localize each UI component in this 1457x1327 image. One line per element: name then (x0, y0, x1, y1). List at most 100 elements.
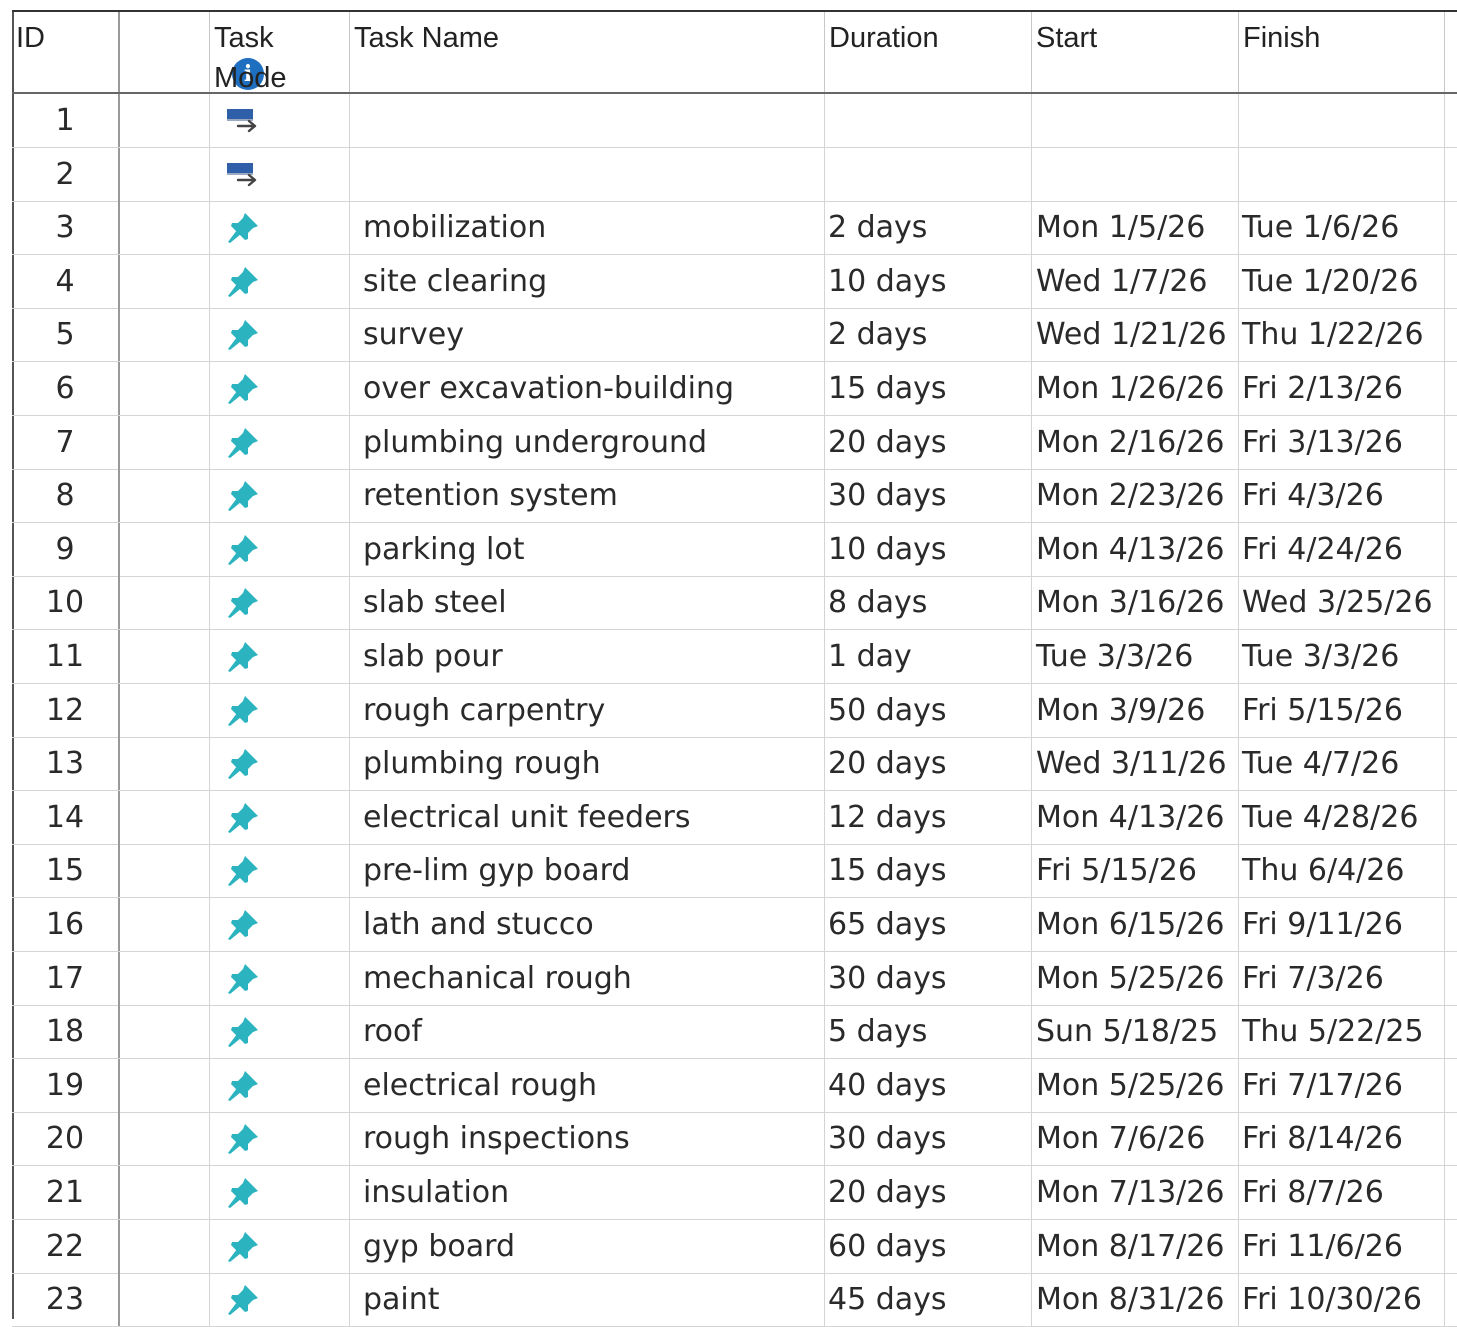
add-column-cell[interactable] (1445, 898, 1457, 951)
task-mode-cell[interactable] (210, 630, 350, 683)
finish-cell[interactable]: Thu 5/22/25 (1239, 1005, 1445, 1059)
row-id-cell[interactable]: 14 (12, 790, 120, 844)
task-name-cell[interactable]: site clearing (350, 254, 825, 308)
indicator-cell[interactable] (120, 630, 210, 683)
add-column-cell[interactable] (1445, 255, 1457, 308)
add-column-cell[interactable] (1445, 791, 1457, 844)
add-column-cell[interactable] (1445, 416, 1457, 469)
add-column-cell[interactable] (1445, 148, 1457, 201)
indicator-cell[interactable] (120, 1219, 210, 1273)
finish-cell[interactable]: Fri 2/13/26 (1239, 362, 1445, 415)
task-mode-cell[interactable] (210, 951, 350, 1005)
task-name-cell[interactable]: mechanical rough (350, 951, 825, 1005)
row-id-cell[interactable]: 4 (12, 254, 120, 308)
task-name-cell[interactable]: rough inspections (350, 1112, 825, 1166)
task-name-cell[interactable]: retention system (350, 469, 825, 523)
add-column-cell[interactable] (1445, 1273, 1457, 1326)
duration-cell[interactable]: 40 days (825, 1058, 1032, 1112)
start-cell[interactable]: Mon 1/5/26 (1032, 201, 1239, 255)
column-header-finish[interactable]: Finish (1239, 12, 1445, 92)
column-header-task-name[interactable]: Task Name (350, 12, 825, 92)
task-mode-cell[interactable] (210, 147, 350, 201)
finish-cell[interactable]: Tue 4/7/26 (1239, 737, 1445, 791)
finish-cell[interactable]: Fri 11/6/26 (1239, 1219, 1445, 1273)
start-cell[interactable]: Mon 1/26/26 (1032, 362, 1239, 415)
add-column-cell[interactable] (1445, 1059, 1457, 1112)
finish-cell[interactable]: Fri 7/3/26 (1239, 951, 1445, 1005)
task-name-cell[interactable]: pre-lim gyp board (350, 844, 825, 898)
row-id-cell[interactable]: 22 (12, 1219, 120, 1273)
start-cell[interactable]: Wed 3/11/26 (1032, 737, 1239, 791)
add-column-cell[interactable] (1445, 844, 1457, 897)
finish-cell[interactable]: Fri 4/24/26 (1239, 522, 1445, 576)
task-name-cell[interactable]: electrical rough (350, 1058, 825, 1112)
add-column-cell[interactable] (1445, 362, 1457, 415)
indicator-cell[interactable] (120, 898, 210, 951)
task-name-cell[interactable]: plumbing underground (350, 415, 825, 469)
finish-cell[interactable]: Fri 5/15/26 (1239, 683, 1445, 737)
start-cell[interactable]: Fri 5/15/26 (1032, 844, 1239, 898)
task-mode-cell[interactable] (210, 790, 350, 844)
table-row[interactable]: 6 over excavation-building 15 days Mon 1/26… (12, 362, 1457, 416)
finish-cell[interactable]: Fri 9/11/26 (1239, 898, 1445, 951)
finish-cell[interactable]: Fri 10/30/26 (1239, 1273, 1445, 1327)
finish-cell[interactable]: Fri 3/13/26 (1239, 415, 1445, 469)
start-cell[interactable]: Mon 7/6/26 (1032, 1112, 1239, 1166)
table-row[interactable]: 5 survey 2 days Wed 1/21/26 Thu 1/22/26 (12, 308, 1457, 363)
duration-cell[interactable]: 5 days (825, 1005, 1032, 1059)
task-name-cell[interactable]: parking lot (350, 522, 825, 576)
indicator-cell[interactable] (120, 94, 210, 147)
add-column-cell[interactable] (1445, 684, 1457, 737)
finish-cell[interactable]: Tue 3/3/26 (1239, 630, 1445, 683)
indicator-cell[interactable] (120, 1166, 210, 1219)
duration-cell[interactable]: 20 days (825, 415, 1032, 469)
row-id-cell[interactable]: 7 (12, 415, 120, 469)
finish-cell[interactable] (1239, 94, 1445, 147)
indicator-cell[interactable] (120, 683, 210, 737)
row-id-cell[interactable]: 16 (12, 898, 120, 951)
indicator-cell[interactable] (120, 737, 210, 791)
finish-cell[interactable]: Fri 8/7/26 (1239, 1166, 1445, 1219)
duration-cell[interactable]: 2 days (825, 308, 1032, 362)
finish-cell[interactable]: Thu 1/22/26 (1239, 308, 1445, 362)
row-id-cell[interactable]: 15 (12, 844, 120, 898)
column-header-duration[interactable]: Duration (825, 12, 1032, 92)
duration-cell[interactable]: 65 days (825, 898, 1032, 951)
add-column-cell[interactable] (1445, 469, 1457, 522)
indicator-cell[interactable] (120, 415, 210, 469)
row-id-cell[interactable]: 2 (12, 147, 120, 201)
task-mode-cell[interactable] (210, 1005, 350, 1059)
row-id-cell[interactable]: 9 (12, 522, 120, 576)
duration-cell[interactable]: 60 days (825, 1219, 1032, 1273)
task-mode-cell[interactable] (210, 1112, 350, 1166)
finish-cell[interactable]: Fri 8/14/26 (1239, 1112, 1445, 1166)
table-row[interactable]: 2 (12, 147, 1457, 202)
start-cell[interactable]: Mon 3/16/26 (1032, 576, 1239, 630)
finish-cell[interactable]: Fri 4/3/26 (1239, 469, 1445, 523)
table-row[interactable]: 21 insulation 20 days Mon 7/13/26 Fri 8/7/26 (12, 1166, 1457, 1220)
task-name-cell[interactable]: insulation (350, 1166, 825, 1219)
add-column-cell[interactable] (1445, 523, 1457, 576)
row-id-cell[interactable]: 20 (12, 1112, 120, 1166)
indicator-cell[interactable] (120, 201, 210, 255)
table-row[interactable]: 15 pre-lim gyp board 15 days Fri 5/15/26 Thu… (12, 844, 1457, 899)
table-row[interactable]: 18 roof 5 days Sun 5/18/25 Thu 5/22/25 (12, 1005, 1457, 1060)
indicator-cell[interactable] (120, 1005, 210, 1059)
duration-cell[interactable]: 15 days (825, 844, 1032, 898)
table-row[interactable]: 14 electrical unit feeders 12 days Mon 4/13… (12, 790, 1457, 845)
task-name-cell[interactable]: electrical unit feeders (350, 790, 825, 844)
task-name-cell[interactable]: rough carpentry (350, 683, 825, 737)
task-name-cell[interactable]: over excavation-building (350, 362, 825, 415)
table-row[interactable]: 22 gyp board 60 days Mon 8/17/26 Fri 11/6/26 (12, 1219, 1457, 1274)
table-row[interactable]: 20 rough inspections 30 days Mon 7/6/26 Fri … (12, 1112, 1457, 1167)
start-cell[interactable]: Mon 8/17/26 (1032, 1219, 1239, 1273)
duration-cell[interactable]: 8 days (825, 576, 1032, 630)
start-cell[interactable]: Tue 3/3/26 (1032, 630, 1239, 683)
column-header-id[interactable]: ID (12, 12, 120, 92)
task-mode-cell[interactable] (210, 1219, 350, 1273)
task-mode-cell[interactable] (210, 94, 350, 147)
table-row[interactable]: 12 rough carpentry 50 days Mon 3/9/26 Fri 5/… (12, 683, 1457, 738)
row-id-cell[interactable]: 10 (12, 576, 120, 630)
task-mode-cell[interactable] (210, 576, 350, 630)
task-mode-cell[interactable] (210, 522, 350, 576)
